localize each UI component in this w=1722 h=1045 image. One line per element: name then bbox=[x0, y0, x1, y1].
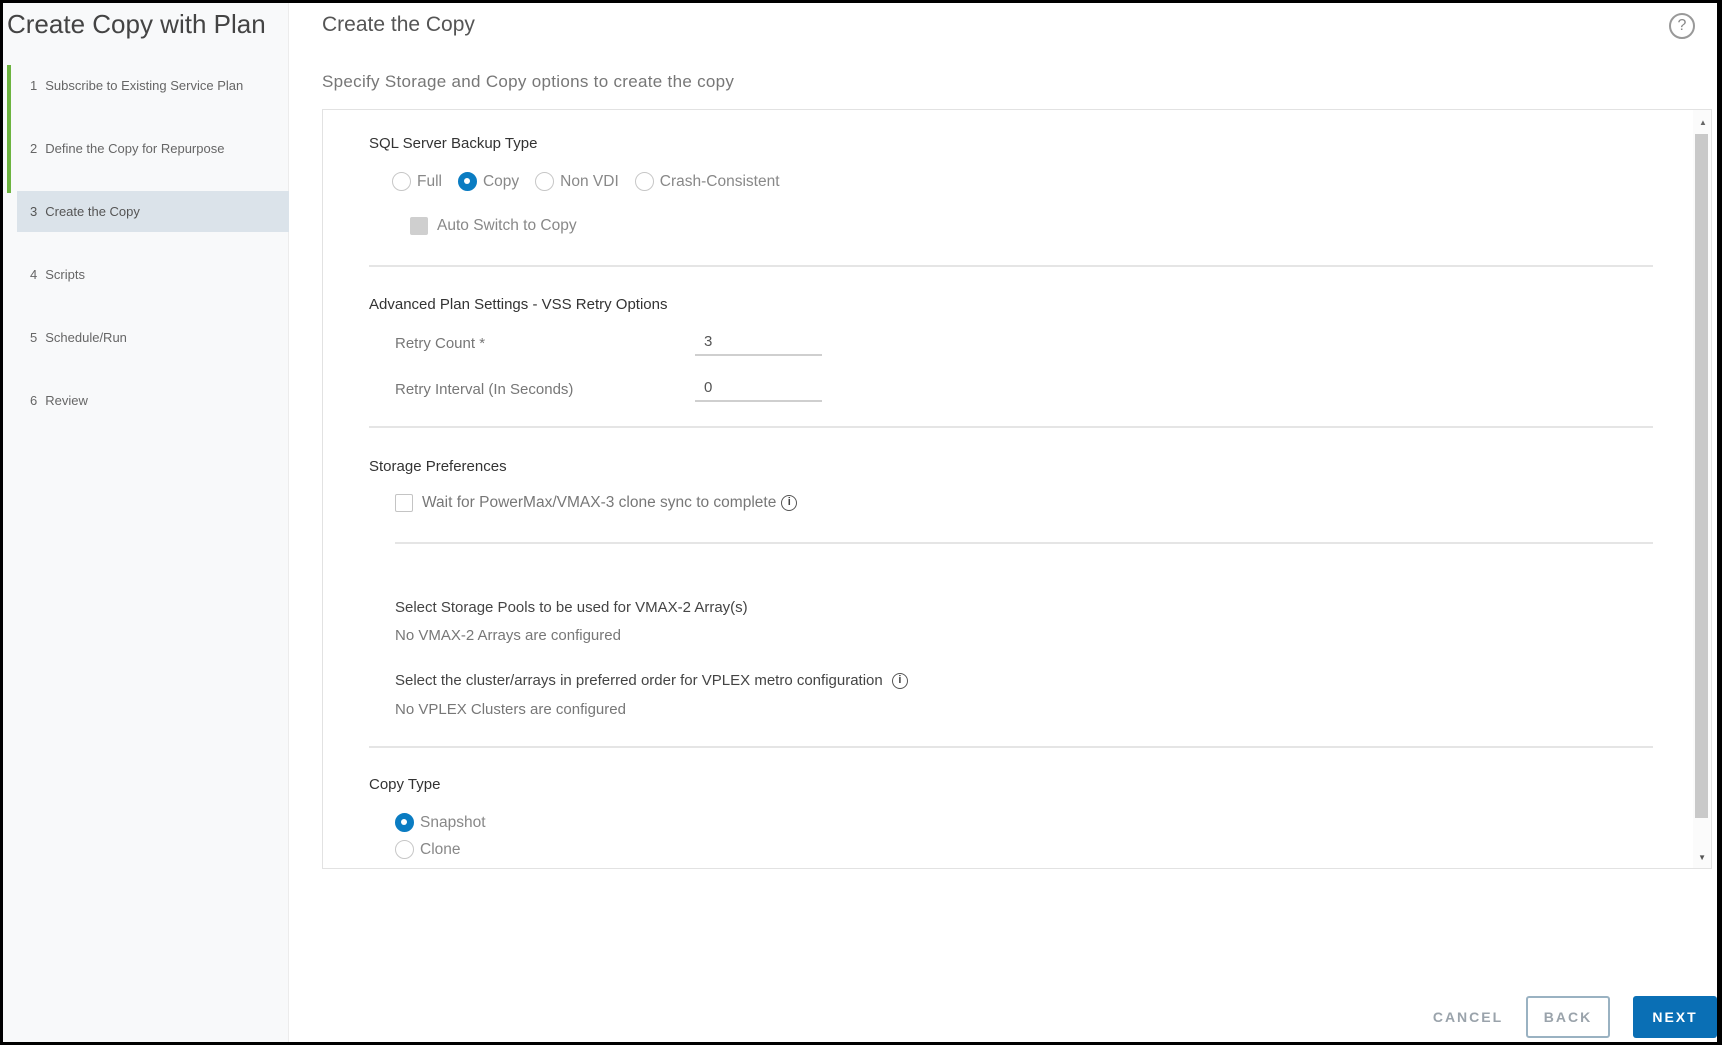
page-subtitle: Specify Storage and Copy options to crea… bbox=[322, 72, 735, 91]
wait-clone-sync-checkbox[interactable] bbox=[395, 494, 413, 512]
step-number: 4 bbox=[30, 267, 38, 282]
backup-type-copy[interactable]: Copy bbox=[457, 172, 520, 191]
step-label: Review bbox=[45, 393, 88, 408]
storage-prefs-title: Storage Preferences bbox=[369, 458, 507, 475]
wizard-steps: 1 Subscribe to Existing Service Plan 2 D… bbox=[17, 65, 289, 443]
info-icon[interactable]: i bbox=[891, 673, 908, 690]
radio-copy[interactable] bbox=[457, 172, 477, 191]
back-button[interactable]: BACK bbox=[1526, 996, 1610, 1038]
step-create-copy[interactable]: 3 Create the Copy bbox=[17, 191, 289, 232]
wizard-title: Create Copy with Plan bbox=[7, 9, 266, 39]
step-label: Schedule/Run bbox=[45, 330, 127, 345]
completed-steps-indicator bbox=[7, 65, 11, 193]
retry-interval-input[interactable] bbox=[695, 374, 822, 402]
step-label: Create the Copy bbox=[45, 204, 140, 219]
panel-scrollbar[interactable]: ▲ ▼ bbox=[1693, 110, 1711, 868]
options-panel: SQL Server Backup Type Full Copy Non VDI… bbox=[322, 109, 1712, 869]
radio-label: Non VDI bbox=[560, 172, 619, 190]
retry-count-label: Retry Count * bbox=[395, 335, 486, 352]
auto-switch-checkbox[interactable] bbox=[410, 217, 428, 235]
radio-label: Clone bbox=[420, 840, 461, 858]
cancel-button[interactable]: CANCEL bbox=[1413, 996, 1523, 1038]
step-number: 3 bbox=[30, 204, 38, 219]
section-divider bbox=[369, 265, 1653, 267]
copy-type-clone[interactable]: Clone bbox=[395, 840, 461, 859]
vplex-title-row: Select the cluster/arrays in preferred o… bbox=[395, 672, 908, 690]
question-circle-icon[interactable]: ? bbox=[1669, 13, 1695, 39]
step-define-copy[interactable]: 2 Define the Copy for Repurpose bbox=[17, 128, 289, 169]
wizard-window: Create Copy with Plan 1 Subscribe to Exi… bbox=[3, 3, 1717, 1042]
step-label: Scripts bbox=[45, 267, 85, 282]
retry-count-input[interactable] bbox=[695, 328, 822, 356]
wizard-content: Create the Copy ? Specify Storage and Co… bbox=[290, 3, 1717, 1042]
section-divider bbox=[395, 542, 1653, 544]
scroll-up-arrow-icon[interactable]: ▲ bbox=[1699, 118, 1707, 127]
radio-label: Snapshot bbox=[420, 813, 486, 831]
step-scripts[interactable]: 4 Scripts bbox=[17, 254, 289, 295]
checkbox-label: Wait for PowerMax/VMAX-3 clone sync to c… bbox=[422, 494, 777, 511]
copy-type-title: Copy Type bbox=[369, 776, 441, 793]
vplex-message: No VPLEX Clusters are configured bbox=[395, 701, 626, 718]
radio-label: Copy bbox=[482, 172, 520, 190]
backup-type-title: SQL Server Backup Type bbox=[369, 135, 538, 152]
scroll-thumb[interactable] bbox=[1695, 134, 1708, 818]
scroll-down-arrow-icon[interactable]: ▼ bbox=[1698, 853, 1706, 862]
auto-switch-to-copy: Auto Switch to Copy bbox=[410, 217, 577, 235]
retry-interval-label: Retry Interval (In Seconds) bbox=[395, 381, 574, 398]
step-number: 1 bbox=[30, 78, 38, 93]
vss-retry-title: Advanced Plan Settings - VSS Retry Optio… bbox=[369, 296, 668, 313]
radio-label: Full bbox=[417, 172, 442, 190]
radio-crash-consistent[interactable] bbox=[634, 172, 654, 191]
step-label: Subscribe to Existing Service Plan bbox=[45, 78, 244, 93]
step-number: 2 bbox=[30, 141, 38, 156]
radio-snapshot[interactable] bbox=[395, 813, 414, 832]
copy-type-snapshot[interactable]: Snapshot bbox=[395, 813, 486, 832]
backup-type-non-vdi[interactable]: Non VDI bbox=[535, 172, 619, 191]
radio-non-vdi[interactable] bbox=[535, 172, 555, 191]
vplex-title: Select the cluster/arrays in preferred o… bbox=[395, 672, 883, 689]
radio-clone[interactable] bbox=[395, 840, 414, 859]
page-title: Create the Copy bbox=[322, 13, 475, 36]
step-review[interactable]: 6 Review bbox=[17, 380, 289, 421]
backup-type-full[interactable]: Full bbox=[392, 172, 442, 191]
step-number: 5 bbox=[30, 330, 38, 345]
backup-type-radio-group: Full Copy Non VDI Crash-Consistent bbox=[392, 172, 796, 191]
section-divider bbox=[369, 746, 1653, 748]
step-number: 6 bbox=[30, 393, 38, 408]
radio-label: Crash-Consistent bbox=[659, 172, 780, 190]
wait-clone-sync-option: Wait for PowerMax/VMAX-3 clone sync to c… bbox=[395, 494, 798, 512]
step-subscribe-plan[interactable]: 1 Subscribe to Existing Service Plan bbox=[17, 65, 289, 106]
vmax2-message: No VMAX-2 Arrays are configured bbox=[395, 627, 621, 644]
vmax2-pools-title: Select Storage Pools to be used for VMAX… bbox=[395, 599, 748, 616]
backup-type-crash-consistent[interactable]: Crash-Consistent bbox=[634, 172, 780, 191]
wizard-sidebar: Create Copy with Plan 1 Subscribe to Exi… bbox=[3, 3, 289, 1042]
next-button[interactable]: NEXT bbox=[1633, 996, 1717, 1038]
info-icon[interactable]: i bbox=[781, 495, 798, 511]
section-divider bbox=[369, 426, 1653, 428]
step-label: Define the Copy for Repurpose bbox=[45, 141, 225, 156]
checkbox-label: Auto Switch to Copy bbox=[437, 217, 577, 234]
step-schedule-run[interactable]: 5 Schedule/Run bbox=[17, 317, 289, 358]
radio-full[interactable] bbox=[392, 172, 411, 191]
